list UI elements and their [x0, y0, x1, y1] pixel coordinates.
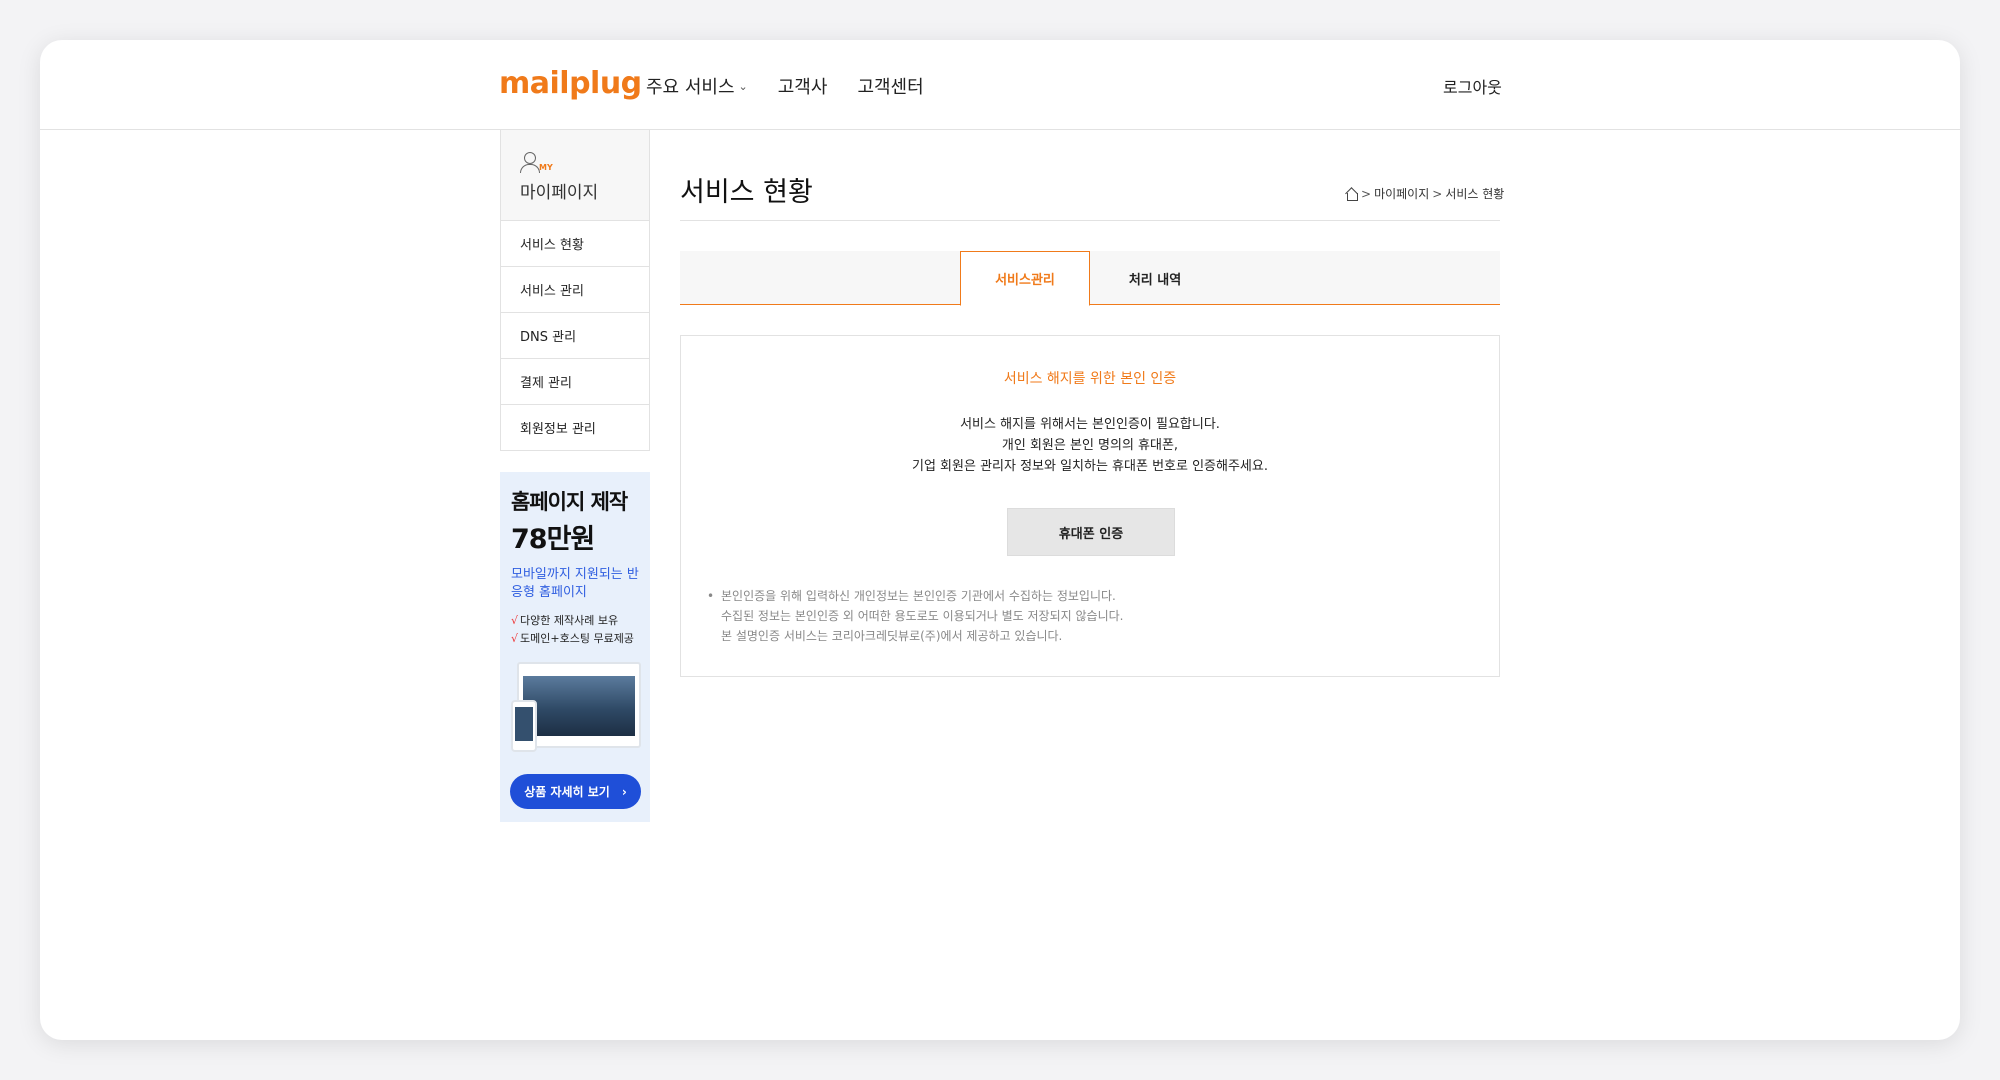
- card-description: 서비스 해지를 위해서는 본인인증이 필요합니다. 개인 회원은 본인 명의의 …: [681, 414, 1499, 477]
- notes-list: • 본인인증을 위해 입력하신 개인정보는 본인인증 기관에서 수집하는 정보입…: [707, 586, 1123, 646]
- nav-support-center[interactable]: 고객센터: [857, 73, 923, 99]
- sidebar-item-service-status[interactable]: 서비스 현황: [500, 221, 650, 267]
- note-text: 수집된 정보는 본인인증 외 어떠한 용도로도 이용되거나 별도 저장되지 않습…: [721, 609, 1124, 623]
- sidebar-title: 마이페이지: [520, 183, 599, 203]
- bullet-icon: •: [707, 589, 715, 603]
- ad-device-illustration: [511, 662, 646, 757]
- ad-subtitle: 모바일까지 지원되는 반응형 홈페이지: [511, 567, 639, 600]
- my-user-icon: MY: [520, 148, 649, 173]
- note-item: • 본인인증을 위해 입력하신 개인정보는 본인인증 기관에서 수집하는 정보입…: [707, 586, 1123, 606]
- chevron-down-icon: ⌄: [738, 79, 748, 93]
- card-title: 서비스 해지를 위한 본인 인증: [1003, 371, 1177, 387]
- nav-main-services[interactable]: 주요 서비스 ⌄: [646, 73, 748, 99]
- mailplug-logo[interactable]: mailplug: [499, 66, 642, 101]
- check-icon: √: [511, 614, 519, 627]
- card-description-line: 기업 회원은 관리자 정보와 일치하는 휴대폰 번호로 인증해주세요.: [912, 459, 1268, 474]
- note-text: 본 설명인증 서비스는 코리아크레딧뷰로(주)에서 제공하고 있습니다.: [721, 629, 1063, 643]
- sidebar-item-payment-management[interactable]: 결제 관리: [500, 359, 650, 405]
- note-indent: [707, 606, 721, 626]
- sidebar-item-member-info[interactable]: 회원정보 관리: [500, 405, 650, 451]
- tab-service-management[interactable]: 서비스관리: [960, 251, 1090, 306]
- breadcrumb-current: 서비스 현황: [1445, 187, 1505, 201]
- logout-link[interactable]: 로그아웃: [1443, 74, 1502, 98]
- ad-features: √ 다양한 제작사례 보유 √ 도메인+호스팅 무료제공: [511, 612, 650, 648]
- tab-bar: 서비스관리 처리 내역: [680, 251, 1500, 306]
- breadcrumb: > 마이페이지 > 서비스 현황: [1345, 185, 1504, 202]
- phone-screen-image: [515, 707, 533, 741]
- chevron-right-icon: ›: [621, 784, 627, 799]
- breadcrumb-mypage[interactable]: 마이페이지: [1374, 185, 1429, 202]
- title-divider: [680, 220, 1500, 221]
- note-indent: [707, 626, 721, 646]
- note-text: 본인인증을 위해 입력하신 개인정보는 본인인증 기관에서 수집하는 정보입니다…: [721, 589, 1116, 603]
- tab-processing-history[interactable]: 처리 내역: [1090, 251, 1220, 305]
- card-description-line: 개인 회원은 본인 명의의 휴대폰,: [1001, 438, 1179, 453]
- ad-detail-button[interactable]: 상품 자세히 보기 ›: [510, 774, 641, 809]
- breadcrumb-separator: >: [1361, 186, 1372, 201]
- homepage-ad-banner[interactable]: 홈페이지 제작 78만원 모바일까지 지원되는 반응형 홈페이지 √ 다양한 제작…: [500, 472, 650, 822]
- phone-illustration: [511, 700, 537, 752]
- my-badge: MY: [539, 163, 553, 172]
- city-screen-image: [523, 676, 635, 736]
- browser-window: mailplug 주요 서비스 ⌄ 고객사 고객센터 로그아웃 MY 마이페이지…: [40, 40, 1960, 1040]
- phone-verification-button[interactable]: 휴대폰 인증: [1007, 508, 1175, 556]
- note-item: 수집된 정보는 본인인증 외 어떠한 용도로도 이용되거나 별도 저장되지 않습…: [707, 606, 1123, 626]
- nav-main-services-label: 주요 서비스: [646, 77, 735, 98]
- ad-feature-label: 다양한 제작사례 보유: [520, 614, 619, 627]
- sidebar-header: MY 마이페이지: [500, 130, 650, 221]
- ad-feature: √ 다양한 제작사례 보유: [511, 612, 650, 630]
- nav-customers[interactable]: 고객사: [778, 73, 828, 99]
- page-title: 서비스 현황: [680, 177, 813, 208]
- sidebar-item-service-management[interactable]: 서비스 관리: [500, 267, 650, 313]
- note-item: 본 설명인증 서비스는 코리아크레딧뷰로(주)에서 제공하고 있습니다.: [707, 626, 1123, 646]
- ad-headline: 홈페이지 제작: [511, 490, 628, 514]
- ad-feature-label: 도메인+호스팅 무료제공: [520, 632, 634, 645]
- card-description-line: 서비스 해지를 위해서는 본인인증이 필요합니다.: [960, 417, 1220, 432]
- top-header: mailplug 주요 서비스 ⌄ 고객사 고객센터 로그아웃: [40, 40, 1960, 130]
- check-icon: √: [511, 632, 519, 645]
- identity-verification-card: 서비스 해지를 위한 본인 인증 서비스 해지를 위해서는 본인인증이 필요합니…: [680, 335, 1500, 677]
- ad-price: 78만원: [511, 524, 595, 555]
- ad-detail-button-label: 상품 자세히 보기: [524, 785, 610, 799]
- sidebar-item-dns-management[interactable]: DNS 관리: [500, 313, 650, 359]
- sidebar: MY 마이페이지 서비스 현황 서비스 관리 DNS 관리 결제 관리 회원정보…: [500, 130, 650, 451]
- person-icon: [520, 152, 540, 173]
- main-nav: 주요 서비스 ⌄ 고객사 고객센터: [646, 73, 924, 99]
- ad-feature: √ 도메인+호스팅 무료제공: [511, 630, 650, 648]
- home-icon[interactable]: [1345, 188, 1358, 201]
- breadcrumb-separator: >: [1432, 186, 1443, 201]
